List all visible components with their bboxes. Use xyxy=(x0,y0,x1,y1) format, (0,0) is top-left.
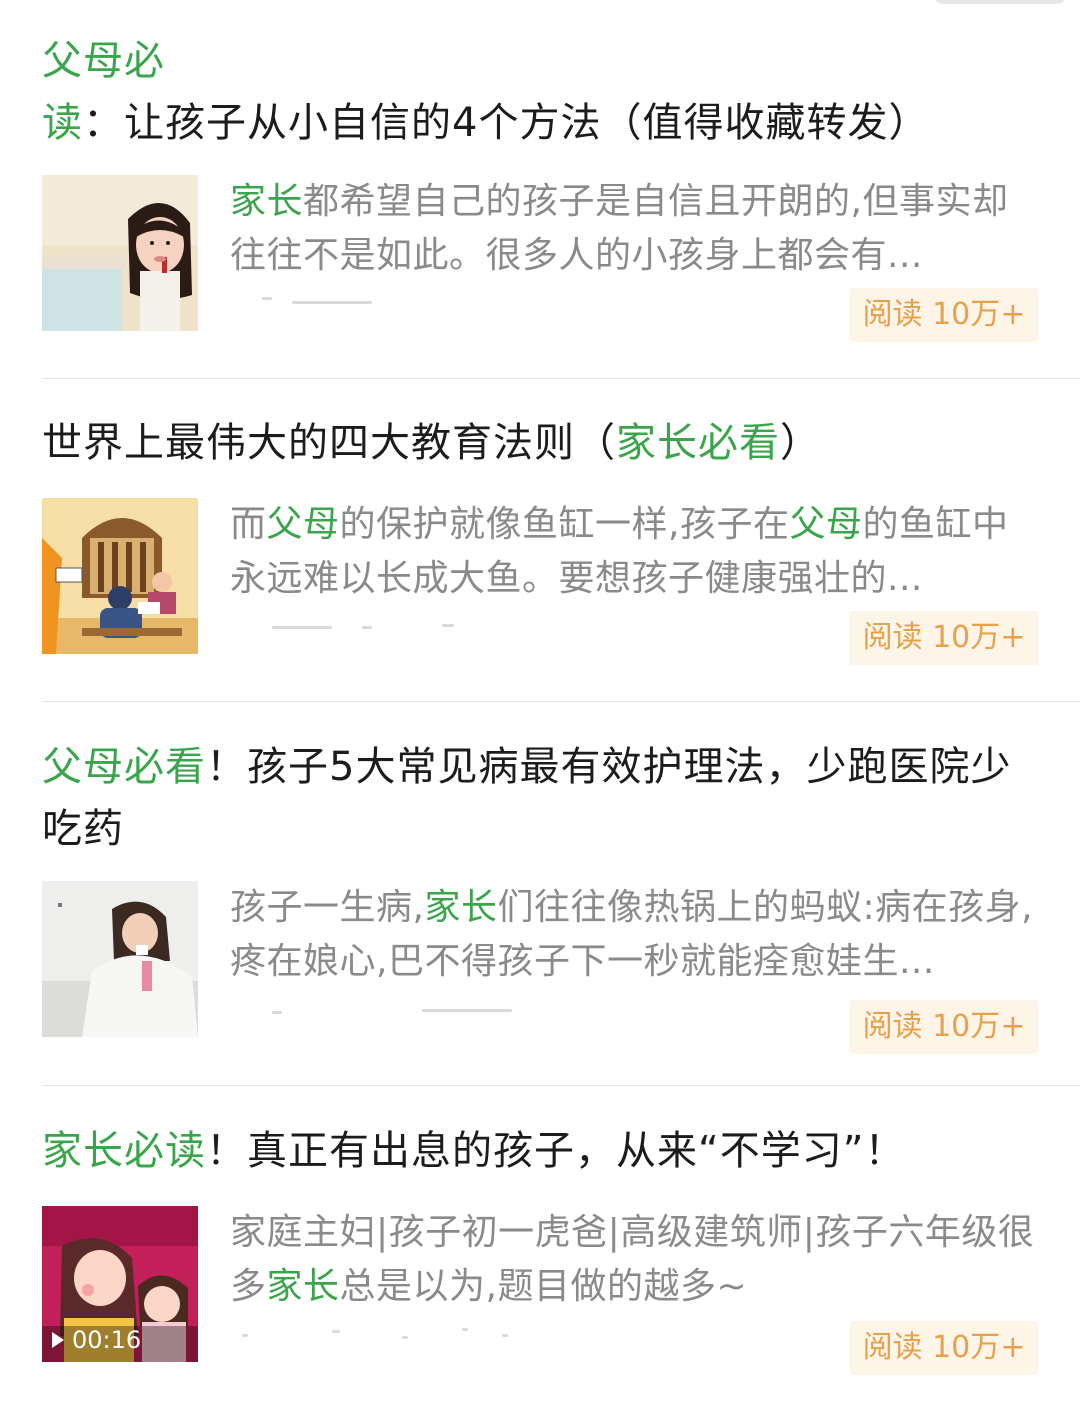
snippet-text: 总是以为,题目做的越多~ xyxy=(339,1266,748,1307)
read-count-badge: 阅读 10万+ xyxy=(850,611,1038,665)
snippet-text-mid: 的保护就像鱼缸一样,孩子在 xyxy=(339,504,790,545)
article-snippet: 家庭主妇|孩子初一虎爸|高级建筑师|孩子六年级很多家长总是以为,题目做的越多~ xyxy=(230,1206,1040,1314)
title-highlight: 家长必看 xyxy=(616,420,780,466)
read-count-badge: 阅读 10万+ xyxy=(850,288,1038,342)
source-name-blurred xyxy=(232,1003,512,1023)
divider xyxy=(42,378,1080,379)
snippet-highlight: 父母 xyxy=(789,504,863,545)
snippet-highlight: 父母 xyxy=(266,504,340,545)
article-card-2[interactable]: 世界上最伟大的四大教育法则（家长必看） 而父母的保护就像鱼缸一样,孩子在父母的鱼… xyxy=(42,412,1038,665)
title-text-pre: 世界上最伟大的四大教育法则（ xyxy=(42,420,616,466)
girl-portrait-thumbnail[interactable] xyxy=(42,175,198,331)
read-count-badge: 阅读 10万+ xyxy=(850,1000,1038,1054)
article-title[interactable]: 父母必读：让孩子从小自信的4个方法（值得收藏转发） xyxy=(42,30,1038,154)
article-card-1[interactable]: 父母必读：让孩子从小自信的4个方法（值得收藏转发） 家长都希望自己的孩子是自信且… xyxy=(42,30,1038,342)
divider xyxy=(42,1085,1080,1086)
title-highlight: 父母必看 xyxy=(42,744,206,790)
article-snippet: 家长都希望自己的孩子是自信且开朗的,但事实却往往不是如此。很多人的小孩身上都会有… xyxy=(230,175,1040,283)
snippet-highlight: 家长 xyxy=(266,1266,340,1307)
snippet-highlight: 家长 xyxy=(424,887,498,928)
title-text: ：让孩子从小自信的4个方法（值得收藏转发） xyxy=(83,100,930,146)
video-duration: 00:16 xyxy=(72,1326,142,1354)
article-title[interactable]: 父母必看！孩子5大常见病最有效护理法，少跑医院少吃药 xyxy=(42,736,1038,860)
source-name-blurred xyxy=(232,1324,508,1344)
read-count-badge: 阅读 10万+ xyxy=(850,1321,1038,1375)
snippet-text-pre: 而 xyxy=(230,504,267,545)
video-duration-overlay: 00:16 xyxy=(52,1326,141,1354)
snippet-highlight: 家长 xyxy=(230,181,304,222)
article-card-3[interactable]: 父母必看！孩子5大常见病最有效护理法，少跑医院少吃药 孩子一生病,家长们往往像热… xyxy=(42,736,1038,1054)
classroom-illustration-thumbnail[interactable] xyxy=(42,498,198,654)
source-name-blurred xyxy=(232,614,454,634)
divider xyxy=(42,701,1080,702)
article-snippet: 孩子一生病,家长们往往像热锅上的蚂蚁:病在孩身,疼在娘心,巴不得孩子下一秒就能痊… xyxy=(230,881,1040,989)
snippet-text-pre: 孩子一生病, xyxy=(230,887,425,928)
title-text: ！真正有出息的孩子，从来“不学习”！ xyxy=(206,1128,906,1174)
source-name-blurred xyxy=(232,291,412,311)
title-text-post: ） xyxy=(780,420,821,466)
top-pill-decoration xyxy=(930,0,1070,4)
article-card-4[interactable]: 家长必读！真正有出息的孩子，从来“不学习”！ 00:16 家庭主妇|孩子初一虎爸… xyxy=(42,1120,1038,1375)
article-snippet: 而父母的保护就像鱼缸一样,孩子在父母的鱼缸中永远难以长成大鱼。要想孩子健康强壮的… xyxy=(230,498,1040,606)
article-title[interactable]: 家长必读！真正有出息的孩子，从来“不学习”！ xyxy=(42,1120,1038,1182)
snippet-text: 都希望自己的孩子是自信且开朗的,但事实却往往不是如此。很多人的小孩身上都会有..… xyxy=(230,181,1009,276)
sick-child-thumbnail[interactable] xyxy=(42,881,198,1037)
title-highlight: 家长必读 xyxy=(42,1128,206,1174)
mother-daughter-video-thumbnail[interactable]: 00:16 xyxy=(42,1206,198,1362)
play-icon xyxy=(52,1332,64,1348)
article-title[interactable]: 世界上最伟大的四大教育法则（家长必看） xyxy=(42,412,1038,474)
